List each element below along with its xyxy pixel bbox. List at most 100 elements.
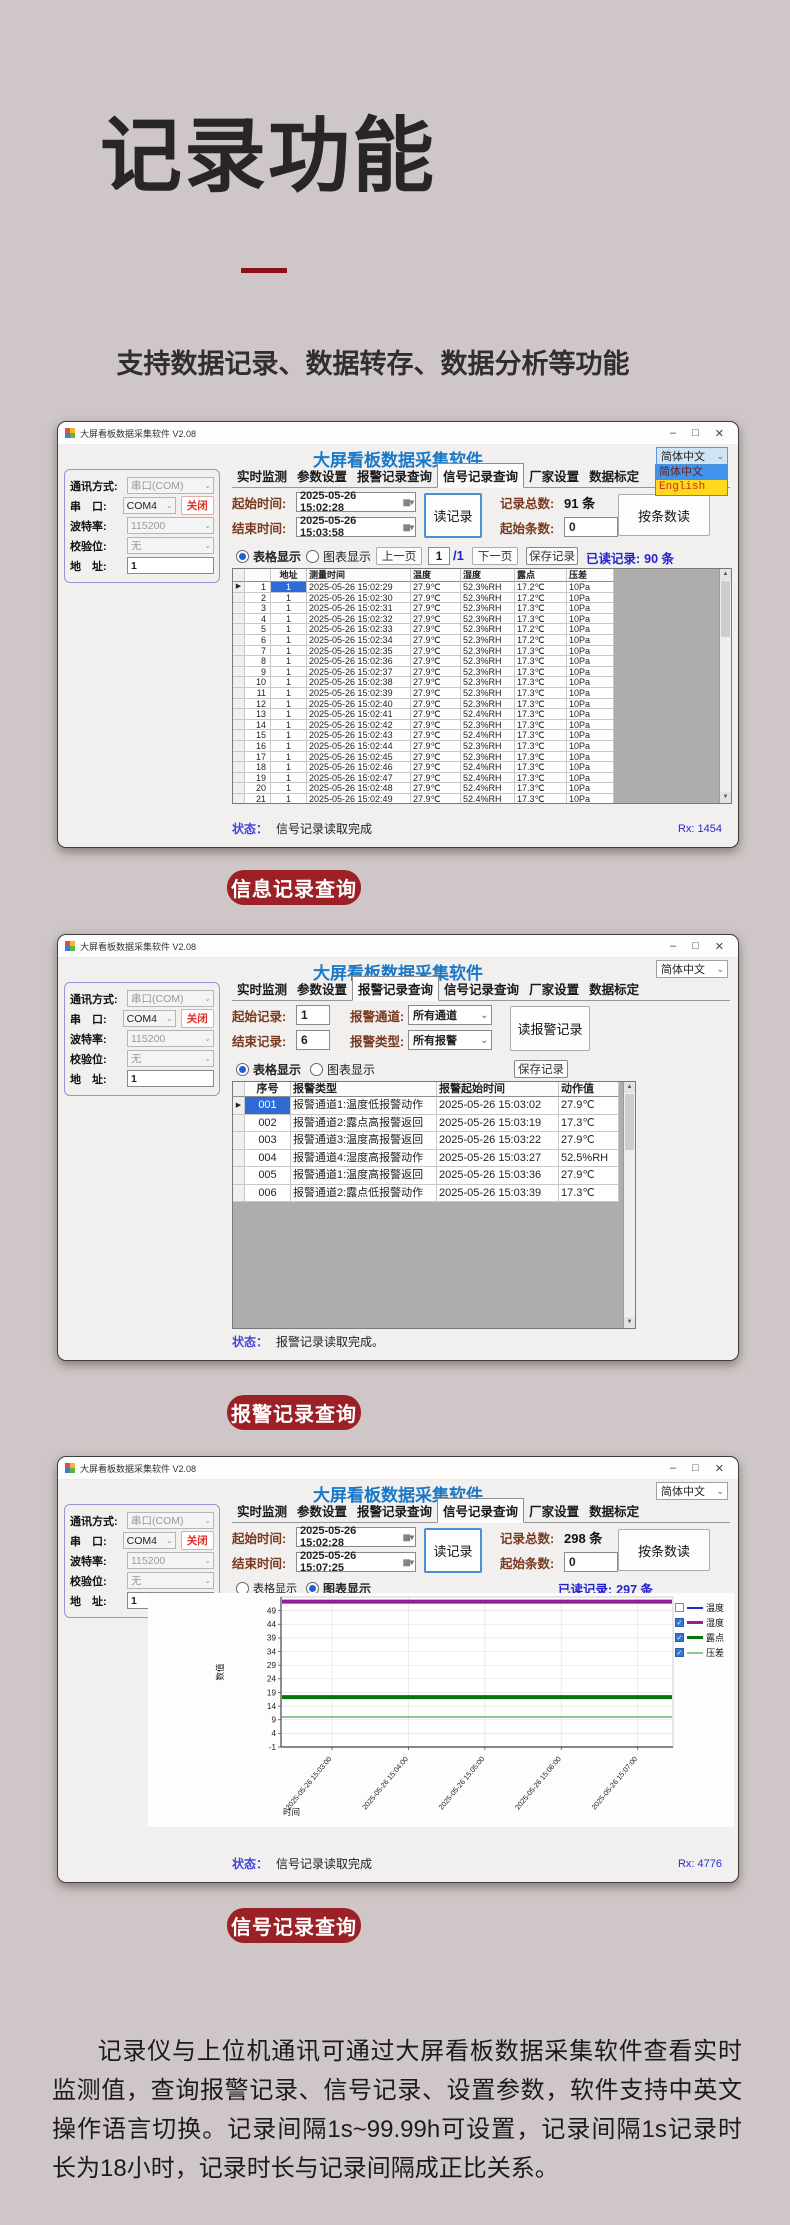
comm-field-select[interactable]: COM4⌄ bbox=[123, 497, 176, 514]
scroll-down-icon[interactable]: ▼ bbox=[624, 1317, 635, 1328]
end-time-input[interactable]: 2025-05-26 15:07:25 ▦▾ bbox=[296, 1552, 416, 1572]
calendar-icon[interactable]: ▦▾ bbox=[403, 522, 415, 533]
scroll-down-icon[interactable]: ▼ bbox=[720, 792, 731, 803]
table-row[interactable]: 1412025-05-26 15:02:4227.9℃52.3%RH17.3℃1… bbox=[233, 720, 731, 731]
language-select[interactable]: 简体中文 ⌄ bbox=[656, 960, 728, 978]
tab-信号记录查询[interactable]: 信号记录查询 bbox=[439, 977, 524, 1000]
tab-厂家设置[interactable]: 厂家设置 bbox=[524, 1499, 584, 1522]
legend-checkbox[interactable]: ✓ bbox=[675, 1618, 684, 1627]
table-row[interactable]: 1112025-05-26 15:02:3927.9℃52.3%RH17.3℃1… bbox=[233, 688, 731, 699]
minimize-icon[interactable]: – bbox=[670, 1462, 676, 1475]
language-select[interactable]: 简体中文 ⌄ bbox=[656, 1482, 728, 1500]
comm-field-input[interactable]: 1 bbox=[127, 1070, 214, 1087]
tab-参数设置[interactable]: 参数设置 bbox=[292, 464, 352, 487]
maximize-icon[interactable]: □ bbox=[692, 1462, 699, 1475]
calendar-icon[interactable]: ▦▾ bbox=[403, 1532, 415, 1543]
alarm-channel-select[interactable]: 所有通道 ⌄ bbox=[408, 1005, 492, 1025]
tab-报警记录查询[interactable]: 报警记录查询 bbox=[352, 464, 437, 487]
table-row[interactable]: 1312025-05-26 15:02:4127.9℃52.4%RH17.3℃1… bbox=[233, 709, 731, 720]
table-row[interactable]: 1012025-05-26 15:02:3827.9℃52.3%RH17.3℃1… bbox=[233, 677, 731, 688]
comm-field-select[interactable]: 无⌄ bbox=[127, 537, 214, 554]
prev-page-button[interactable]: 上一页 bbox=[376, 547, 422, 565]
table-row[interactable]: 003报警通道3:温度高报警返回2025-05-26 15:03:2227.9℃ bbox=[233, 1132, 635, 1150]
table-row[interactable]: 512025-05-26 15:02:3327.9℃52.3%RH17.2℃10… bbox=[233, 624, 731, 635]
close-port-button[interactable]: 关闭 bbox=[181, 1009, 214, 1028]
table-row[interactable]: ▶112025-05-26 15:02:2927.9℃52.3%RH17.2℃1… bbox=[233, 582, 731, 593]
table-row[interactable]: 812025-05-26 15:02:3627.9℃52.3%RH17.3℃10… bbox=[233, 656, 731, 667]
tab-数据标定[interactable]: 数据标定 bbox=[584, 1499, 644, 1522]
scroll-up-icon[interactable]: ▲ bbox=[624, 1082, 635, 1093]
tab-实时监测[interactable]: 实时监测 bbox=[232, 977, 292, 1000]
comm-field-select[interactable]: 串口(COM)⌄ bbox=[127, 1512, 214, 1529]
language-option[interactable]: 简体中文 bbox=[656, 465, 727, 480]
start-time-input[interactable]: 2025-05-26 15:02:28 ▦▾ bbox=[296, 492, 416, 512]
tab-厂家设置[interactable]: 厂家设置 bbox=[524, 977, 584, 1000]
scroll-up-icon[interactable]: ▲ bbox=[720, 569, 731, 580]
comm-field-select[interactable]: COM4⌄ bbox=[123, 1010, 176, 1027]
legend-checkbox[interactable]: ✓ bbox=[675, 1648, 684, 1657]
scrollbar-thumb[interactable] bbox=[721, 581, 730, 637]
table-scrollbar[interactable]: ▲ ▼ bbox=[623, 1082, 635, 1328]
tab-报警记录查询[interactable]: 报警记录查询 bbox=[352, 976, 439, 1001]
tab-参数设置[interactable]: 参数设置 bbox=[292, 977, 352, 1000]
close-icon[interactable]: ✕ bbox=[715, 940, 724, 953]
table-row[interactable]: 004报警通道4:湿度高报警动作2025-05-26 15:03:2752.5%… bbox=[233, 1150, 635, 1168]
read-by-count-button[interactable]: 按条数读 bbox=[618, 1529, 710, 1571]
comm-field-select[interactable]: COM4⌄ bbox=[123, 1532, 176, 1549]
table-row[interactable]: 006报警通道2:露点低报警动作2025-05-26 15:03:3917.3℃ bbox=[233, 1185, 635, 1203]
alarm-type-select[interactable]: 所有报警 ⌄ bbox=[408, 1030, 492, 1050]
save-records-button[interactable]: 保存记录 bbox=[526, 547, 578, 565]
comm-field-select[interactable]: 无⌄ bbox=[127, 1050, 214, 1067]
radio-table-display[interactable]: 表格显示 bbox=[236, 1061, 301, 1077]
language-select[interactable]: 简体中文 ⌄ bbox=[656, 447, 728, 465]
start-index-input[interactable]: 0 bbox=[564, 1552, 618, 1572]
radio-chart-display[interactable]: 图表显示 bbox=[310, 1061, 375, 1077]
comm-field-select[interactable]: 115200⌄ bbox=[127, 1030, 214, 1047]
read-by-count-button[interactable]: 按条数读 bbox=[618, 494, 710, 536]
close-icon[interactable]: ✕ bbox=[715, 1462, 724, 1475]
table-row[interactable]: 002报警通道2:露点高报警返回2025-05-26 15:03:1917.3℃ bbox=[233, 1115, 635, 1133]
close-port-button[interactable]: 关闭 bbox=[181, 496, 214, 515]
table-row[interactable]: 412025-05-26 15:02:3227.9℃52.3%RH17.3℃10… bbox=[233, 614, 731, 625]
table-row[interactable]: ▶001报警通道1:温度低报警动作2025-05-26 15:03:0227.9… bbox=[233, 1097, 635, 1115]
table-row[interactable]: 712025-05-26 15:02:3527.9℃52.3%RH17.3℃10… bbox=[233, 646, 731, 657]
language-option[interactable]: English bbox=[656, 480, 727, 495]
minimize-icon[interactable]: – bbox=[670, 427, 676, 440]
table-row[interactable]: 1912025-05-26 15:02:4727.9℃52.4%RH17.3℃1… bbox=[233, 773, 731, 784]
radio-table-display[interactable]: 表格显示 bbox=[236, 548, 301, 564]
comm-field-select[interactable]: 无⌄ bbox=[127, 1572, 214, 1589]
table-row[interactable]: 212025-05-26 15:02:3027.9℃52.3%RH17.2℃10… bbox=[233, 593, 731, 604]
tab-实时监测[interactable]: 实时监测 bbox=[232, 1499, 292, 1522]
table-row[interactable]: 2012025-05-26 15:02:4827.9℃52.4%RH17.3℃1… bbox=[233, 783, 731, 794]
start-time-input[interactable]: 2025-05-26 15:02:28 ▦▾ bbox=[296, 1527, 416, 1547]
table-row[interactable]: 1612025-05-26 15:02:4427.9℃52.3%RH17.3℃1… bbox=[233, 741, 731, 752]
legend-checkbox[interactable] bbox=[675, 1603, 684, 1612]
read-records-button[interactable]: 读记录 bbox=[424, 493, 482, 538]
comm-field-select[interactable]: 串口(COM)⌄ bbox=[127, 477, 214, 494]
radio-chart-display[interactable]: 图表显示 bbox=[306, 548, 371, 564]
tab-厂家设置[interactable]: 厂家设置 bbox=[524, 464, 584, 487]
close-icon[interactable]: ✕ bbox=[715, 427, 724, 440]
calendar-icon[interactable]: ▦▾ bbox=[403, 497, 415, 508]
tab-参数设置[interactable]: 参数设置 bbox=[292, 1499, 352, 1522]
calendar-icon[interactable]: ▦▾ bbox=[403, 1557, 415, 1568]
table-row[interactable]: 2112025-05-26 15:02:4927.9℃52.4%RH17.3℃1… bbox=[233, 794, 731, 804]
maximize-icon[interactable]: □ bbox=[692, 940, 699, 953]
tab-信号记录查询[interactable]: 信号记录查询 bbox=[437, 1498, 524, 1523]
table-row[interactable]: 912025-05-26 15:02:3727.9℃52.3%RH17.3℃10… bbox=[233, 667, 731, 678]
table-row[interactable]: 005报警通道1:温度高报警返回2025-05-26 15:03:3627.9℃ bbox=[233, 1167, 635, 1185]
end-time-input[interactable]: 2025-05-26 15:03:58 ▦▾ bbox=[296, 517, 416, 537]
tab-实时监测[interactable]: 实时监测 bbox=[232, 464, 292, 487]
comm-field-select[interactable]: 115200⌄ bbox=[127, 1552, 214, 1569]
start-record-input[interactable]: 1 bbox=[296, 1005, 330, 1025]
comm-field-input[interactable]: 1 bbox=[127, 557, 214, 574]
next-page-button[interactable]: 下一页 bbox=[472, 547, 518, 565]
table-row[interactable]: 1512025-05-26 15:02:4327.9℃52.4%RH17.3℃1… bbox=[233, 730, 731, 741]
end-record-input[interactable]: 6 bbox=[296, 1030, 330, 1050]
table-scrollbar[interactable]: ▲ ▼ bbox=[719, 569, 731, 803]
maximize-icon[interactable]: □ bbox=[692, 427, 699, 440]
close-port-button[interactable]: 关闭 bbox=[181, 1531, 214, 1550]
tab-数据标定[interactable]: 数据标定 bbox=[584, 977, 644, 1000]
table-row[interactable]: 1212025-05-26 15:02:4027.9℃52.3%RH17.3℃1… bbox=[233, 699, 731, 710]
comm-field-select[interactable]: 串口(COM)⌄ bbox=[127, 990, 214, 1007]
